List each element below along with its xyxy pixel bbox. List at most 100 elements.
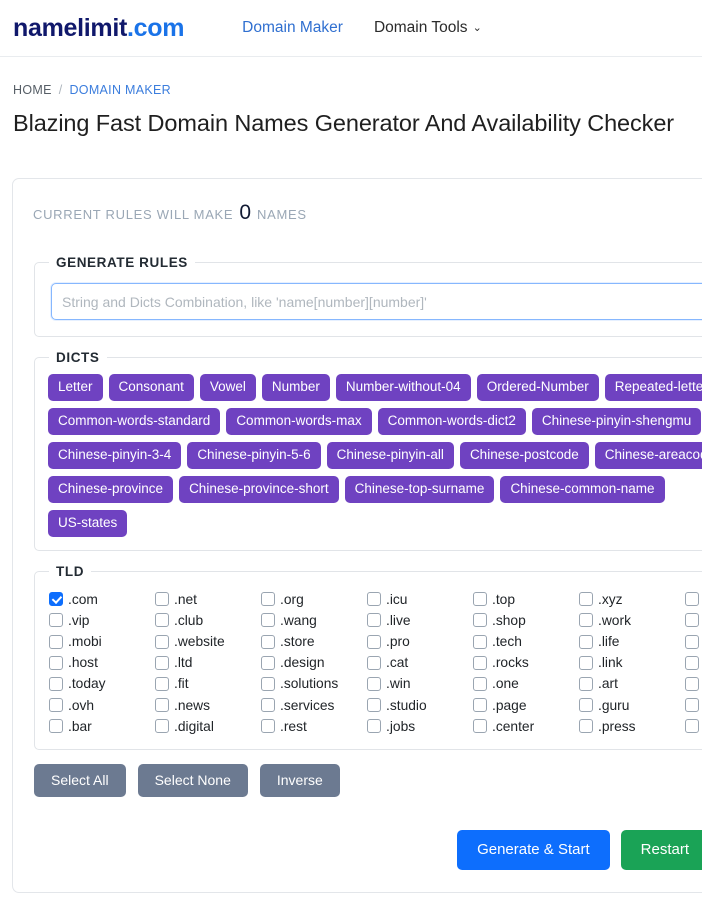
nav-link-domain-maker[interactable]: Domain Maker — [242, 19, 343, 37]
tld-option[interactable]: .rest — [261, 716, 367, 737]
tld-option[interactable]: .design — [261, 652, 367, 673]
checkbox-icon[interactable] — [261, 698, 275, 713]
dict-tag[interactable]: Common-words-dict2 — [377, 407, 526, 435]
tld-option[interactable]: .one — [473, 673, 579, 694]
tld-option[interactable]: .vip — [49, 610, 155, 631]
tld-option[interactable]: .guru — [579, 695, 685, 716]
generate-and-start-button[interactable]: Generate & Start — [457, 830, 610, 871]
tld-option[interactable] — [685, 610, 702, 631]
dict-tag[interactable]: Chinese-pinyin-shengmu — [531, 407, 702, 435]
tld-option[interactable]: .fit — [155, 673, 261, 694]
checkbox-icon[interactable] — [367, 719, 381, 734]
tld-option[interactable]: .store — [261, 631, 367, 652]
checkbox-icon[interactable] — [473, 592, 487, 607]
checkbox-icon[interactable] — [155, 634, 169, 649]
dict-tag[interactable]: Chinese-pinyin-all — [326, 441, 454, 469]
dict-tag[interactable]: Chinese-province — [48, 475, 174, 503]
checkbox-icon[interactable] — [685, 592, 699, 607]
checkbox-icon[interactable] — [155, 719, 169, 734]
checkbox-icon[interactable] — [367, 698, 381, 713]
tld-option[interactable]: .rocks — [473, 652, 579, 673]
dict-tag[interactable]: Letter — [48, 374, 103, 401]
checkbox-icon[interactable] — [579, 592, 593, 607]
tld-option[interactable]: .com — [49, 589, 155, 610]
checkbox-icon[interactable] — [685, 698, 699, 713]
dict-tag[interactable]: Repeated-letter — [604, 374, 702, 401]
checkbox-icon[interactable] — [685, 613, 699, 628]
tld-option[interactable]: .news — [155, 695, 261, 716]
tld-option[interactable] — [685, 631, 702, 652]
dict-tag[interactable]: Chinese-province-short — [179, 475, 339, 503]
checkbox-icon[interactable] — [579, 634, 593, 649]
tld-option[interactable]: .solutions — [261, 673, 367, 694]
checkbox-icon[interactable] — [49, 655, 63, 670]
checkbox-icon[interactable] — [367, 592, 381, 607]
checkbox-icon[interactable] — [685, 634, 699, 649]
dict-tag[interactable]: Chinese-areacode — [594, 441, 702, 469]
checkbox-icon[interactable] — [261, 613, 275, 628]
tld-option[interactable]: .icu — [367, 589, 473, 610]
checkbox-icon[interactable] — [579, 698, 593, 713]
tld-option[interactable]: .xyz — [579, 589, 685, 610]
checkbox-icon[interactable] — [579, 613, 593, 628]
checkbox-icon[interactable] — [49, 634, 63, 649]
tld-option[interactable]: .wang — [261, 610, 367, 631]
tld-option[interactable] — [685, 695, 702, 716]
checkbox-icon[interactable] — [155, 655, 169, 670]
tld-option[interactable] — [685, 716, 702, 737]
tld-option[interactable]: .pro — [367, 631, 473, 652]
dict-tag[interactable]: Number-without-04 — [335, 374, 471, 401]
breadcrumb-domain-maker[interactable]: DOMAIN MAKER — [69, 83, 171, 97]
nav-link-domain-tools[interactable]: Domain Tools ⌄ — [374, 19, 482, 37]
tld-option[interactable]: .center — [473, 716, 579, 737]
checkbox-icon[interactable] — [473, 698, 487, 713]
checkbox-icon[interactable] — [685, 655, 699, 670]
tld-option[interactable]: .top — [473, 589, 579, 610]
tld-option[interactable]: .digital — [155, 716, 261, 737]
dict-tag[interactable]: Chinese-pinyin-5-6 — [187, 441, 321, 469]
tld-option[interactable] — [685, 673, 702, 694]
dict-tag[interactable]: Chinese-top-surname — [344, 475, 495, 503]
dict-tag[interactable]: Chinese-common-name — [500, 475, 665, 503]
tld-option[interactable]: .bar — [49, 716, 155, 737]
inverse-button[interactable]: Inverse — [259, 763, 340, 798]
tld-option[interactable]: .work — [579, 610, 685, 631]
generate-rules-input[interactable] — [51, 283, 702, 320]
tld-option[interactable]: .tech — [473, 631, 579, 652]
checkbox-icon[interactable] — [579, 676, 593, 691]
dict-tag[interactable]: Chinese-postcode — [459, 441, 589, 469]
checkbox-icon[interactable] — [367, 676, 381, 691]
checkbox-icon[interactable] — [473, 676, 487, 691]
select-all-button[interactable]: Select All — [34, 763, 126, 798]
tld-option[interactable]: .link — [579, 652, 685, 673]
dict-tag[interactable]: Ordered-Number — [476, 374, 599, 401]
checkbox-icon[interactable] — [261, 676, 275, 691]
checkbox-icon[interactable] — [155, 698, 169, 713]
checkbox-icon[interactable] — [367, 655, 381, 670]
checkbox-icon[interactable] — [579, 719, 593, 734]
checkbox-icon[interactable] — [261, 592, 275, 607]
checkbox-icon[interactable] — [473, 719, 487, 734]
tld-option[interactable]: .host — [49, 652, 155, 673]
tld-option[interactable]: .studio — [367, 695, 473, 716]
dict-tag[interactable]: Common-words-max — [226, 407, 372, 435]
checkbox-icon[interactable] — [155, 613, 169, 628]
checkbox-icon[interactable] — [261, 719, 275, 734]
checkbox-icon[interactable] — [685, 719, 699, 734]
tld-option[interactable]: .net — [155, 589, 261, 610]
dict-tag[interactable]: Chinese-pinyin-3-4 — [48, 441, 182, 469]
tld-option[interactable]: .org — [261, 589, 367, 610]
dict-tag[interactable]: Number — [261, 374, 330, 401]
tld-option[interactable]: .club — [155, 610, 261, 631]
tld-option[interactable]: .website — [155, 631, 261, 652]
tld-option[interactable]: .ovh — [49, 695, 155, 716]
checkbox-icon[interactable] — [473, 634, 487, 649]
checkbox-icon[interactable] — [155, 592, 169, 607]
tld-option[interactable]: .art — [579, 673, 685, 694]
dict-tag[interactable]: Common-words-standard — [48, 407, 221, 435]
tld-option[interactable]: .shop — [473, 610, 579, 631]
tld-option[interactable]: .mobi — [49, 631, 155, 652]
restart-button[interactable]: Restart — [620, 830, 702, 871]
checkbox-icon[interactable] — [367, 634, 381, 649]
checkbox-checked-icon[interactable] — [49, 592, 63, 607]
